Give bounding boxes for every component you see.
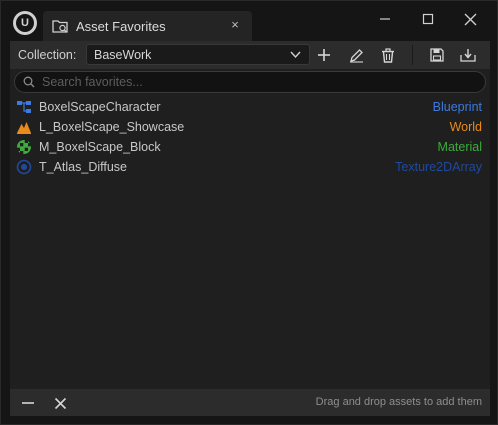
asset-name: M_BoxelScape_Block <box>39 140 161 154</box>
search-input[interactable] <box>42 74 472 90</box>
trash-icon <box>382 47 394 63</box>
rename-collection-button[interactable] <box>346 45 366 65</box>
texture-icon <box>16 159 32 175</box>
world-icon <box>17 122 31 134</box>
drag-drop-hint: Drag and drop assets to add them <box>315 396 482 408</box>
title-bar: U Asset Favorites × <box>1 1 497 41</box>
blueprint-icon <box>17 101 31 113</box>
footer-bar: Drag and drop assets to add them <box>10 389 490 416</box>
asset-row[interactable]: M_BoxelScape_Block Material <box>10 137 490 157</box>
save-collection-button[interactable] <box>427 45 447 65</box>
asset-type: Blueprint <box>432 100 482 114</box>
collection-toolbar: Collection: BaseWork <box>10 41 490 69</box>
save-icon <box>430 48 444 62</box>
unreal-logo-icon[interactable]: U <box>13 11 37 35</box>
tab-close-icon[interactable]: × <box>228 18 242 32</box>
plus-icon <box>318 49 330 61</box>
asset-type: World <box>449 120 482 134</box>
tab-title: Asset Favorites <box>76 19 166 34</box>
asset-name: T_Atlas_Diffuse <box>39 160 128 174</box>
toolbar-divider <box>412 45 413 65</box>
asset-favorites-window: U Asset Favorites × Collection: BaseWork… <box>0 0 498 425</box>
close-icon <box>54 397 66 409</box>
asset-row[interactable]: BoxelScapeCharacter Blueprint <box>10 97 490 117</box>
asset-name: BoxelScapeCharacter <box>39 100 161 114</box>
chevron-down-icon <box>290 51 301 59</box>
close-icon <box>464 13 476 25</box>
asset-row[interactable]: T_Atlas_Diffuse Texture2DArray <box>10 157 490 177</box>
remove-favorite-button[interactable] <box>18 393 38 413</box>
add-collection-button[interactable] <box>314 45 334 65</box>
search-icon <box>23 76 35 88</box>
favorites-panel: BoxelScapeCharacter Blueprint L_BoxelSca… <box>10 69 490 389</box>
search-box[interactable] <box>14 71 486 93</box>
close-window-button[interactable] <box>456 7 484 31</box>
asset-type: Material <box>437 140 482 154</box>
maximize-button[interactable] <box>414 7 442 31</box>
material-icon <box>17 140 31 154</box>
asset-type: Texture2DArray <box>395 160 482 174</box>
import-collection-button[interactable] <box>458 45 478 65</box>
minimize-button[interactable] <box>371 7 399 31</box>
collection-value: BaseWork <box>94 48 152 62</box>
collection-dropdown[interactable]: BaseWork <box>86 44 310 65</box>
collection-label: Collection: <box>18 48 77 62</box>
import-icon <box>460 49 476 62</box>
maximize-icon <box>422 13 434 25</box>
tab-asset-favorites[interactable]: Asset Favorites × <box>43 11 252 41</box>
folder-favorites-icon <box>52 20 68 33</box>
pencil-icon <box>349 48 363 63</box>
asset-row[interactable]: L_BoxelScape_Showcase World <box>10 117 490 137</box>
delete-collection-button[interactable] <box>378 45 398 65</box>
minus-icon <box>22 402 34 404</box>
asset-name: L_BoxelScape_Showcase <box>39 120 185 134</box>
minimize-icon <box>380 18 390 20</box>
clear-favorites-button[interactable] <box>50 393 70 413</box>
